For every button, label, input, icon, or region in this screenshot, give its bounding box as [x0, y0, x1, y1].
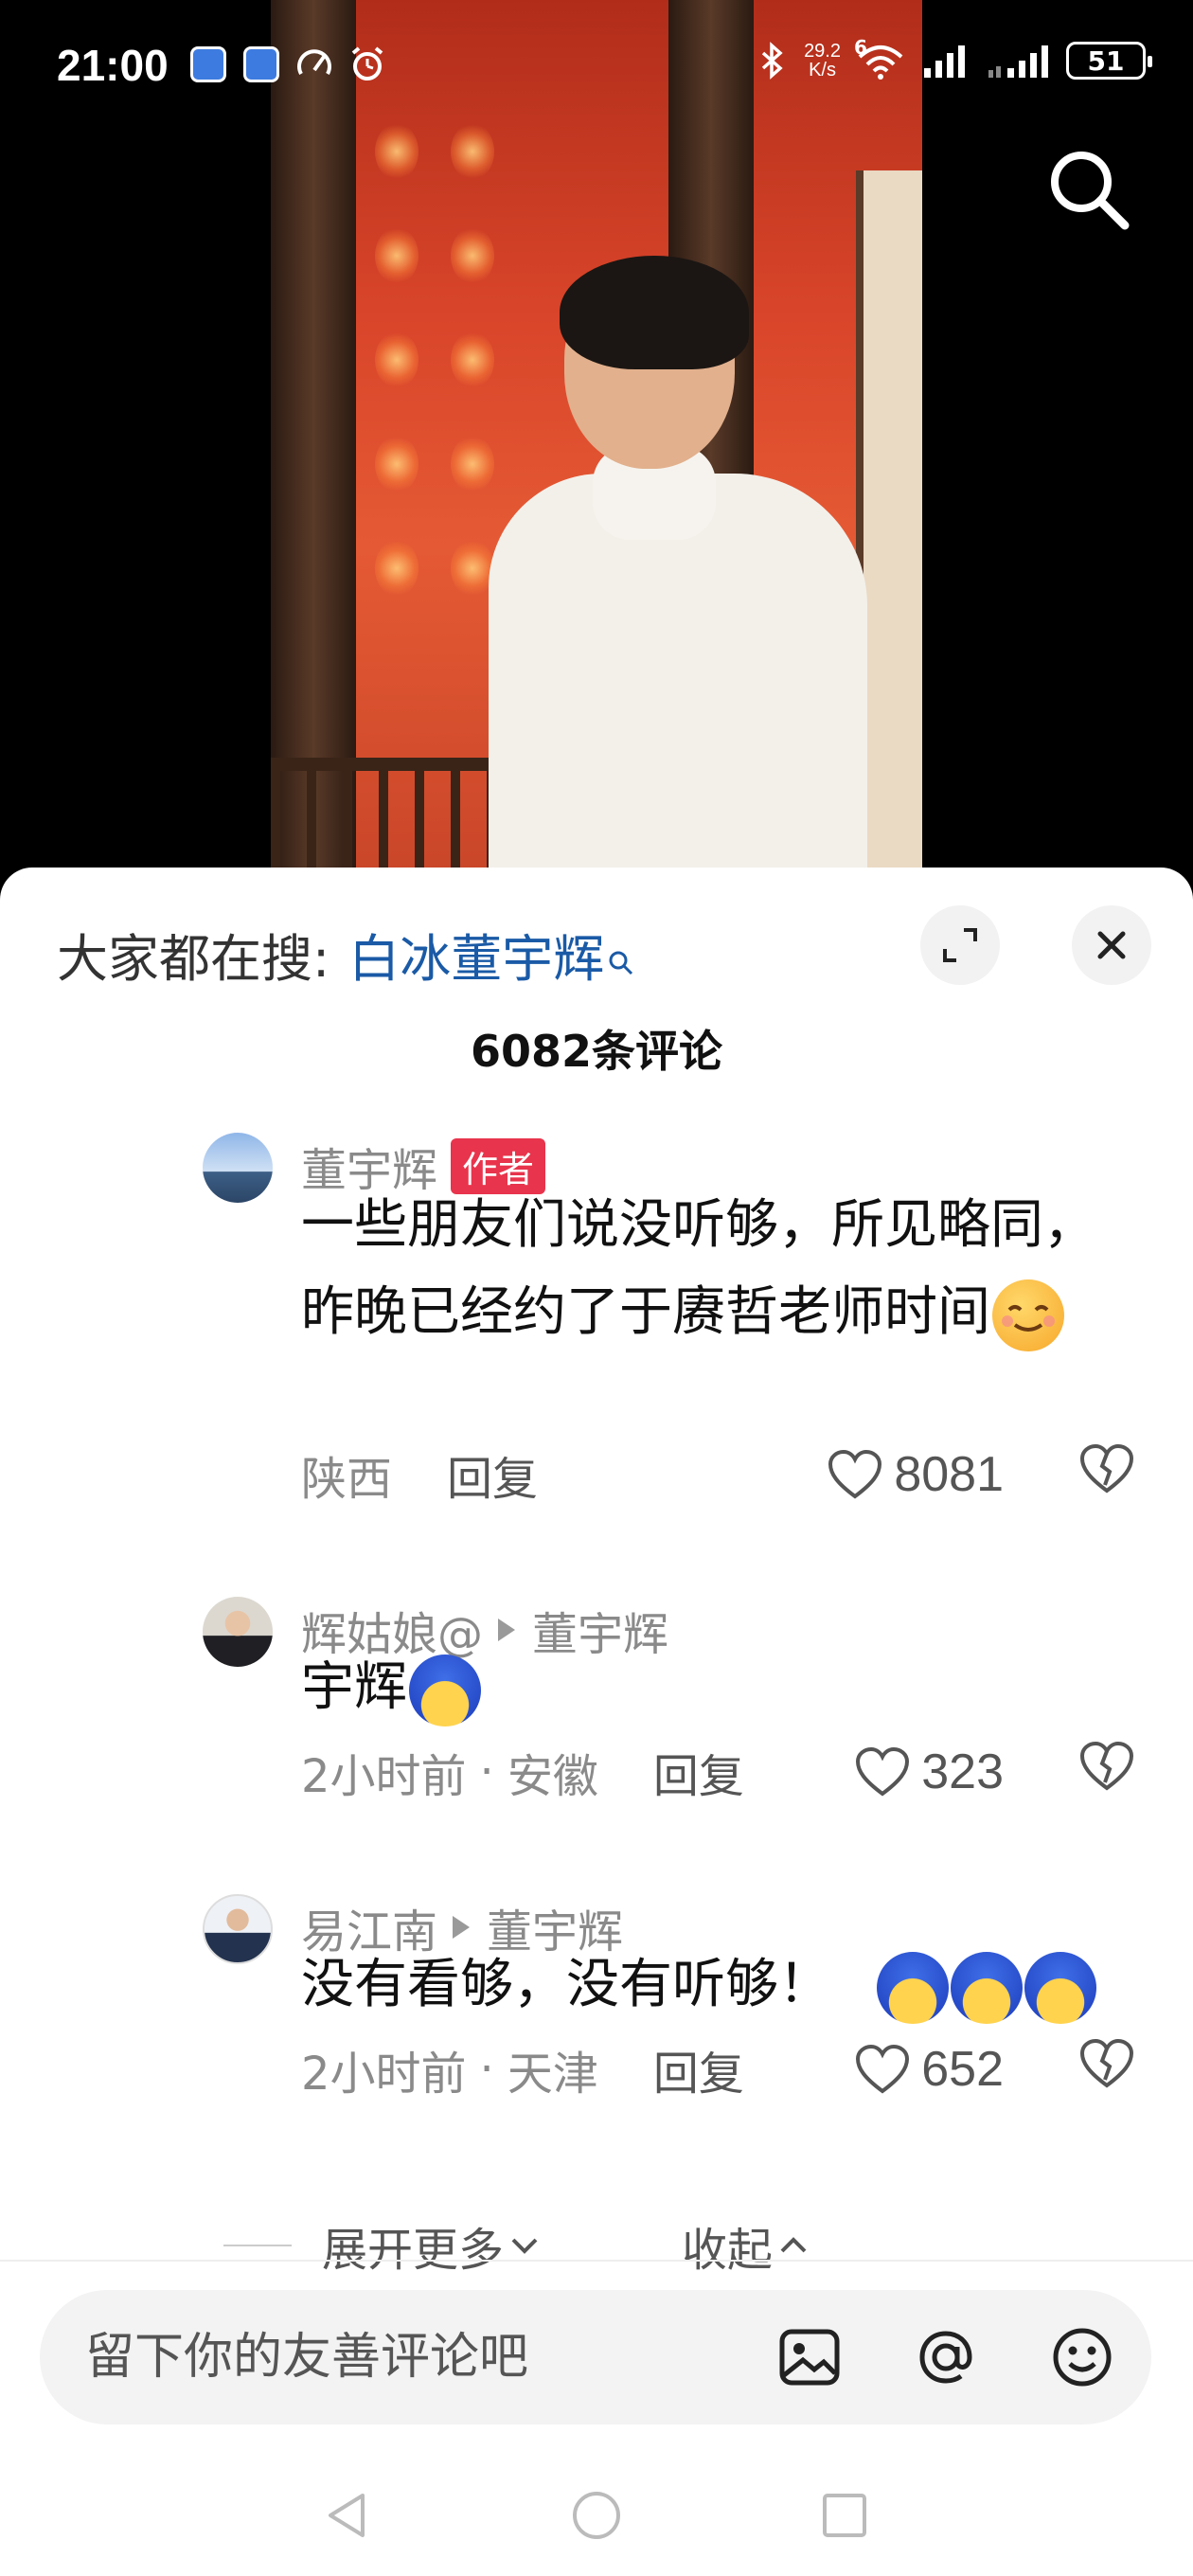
like-button[interactable]: 323	[855, 1744, 1004, 1800]
video-lamp	[451, 227, 494, 284]
fullscreen-icon	[943, 928, 977, 962]
divider	[0, 2260, 1193, 2262]
like-button[interactable]: 652	[855, 2041, 1004, 2098]
speedometer-icon	[295, 45, 333, 83]
comment-time: 2小时前	[301, 2048, 467, 2101]
comment-text: 没有看够，没有听够！	[301, 1941, 1134, 2029]
back-triangle-icon	[329, 2494, 365, 2537]
comment-count: 6082条评论	[470, 1026, 723, 1077]
emoji-button[interactable]	[1049, 2324, 1115, 2390]
meta-separator: ·	[479, 2043, 494, 2096]
avatar[interactable]	[203, 1597, 273, 1667]
network-speed: 29.2 K/s	[804, 41, 841, 80]
like-count: 323	[921, 1744, 1004, 1799]
collapse-button[interactable]: 收起	[682, 2212, 814, 2279]
image-button[interactable]	[776, 2324, 843, 2390]
reply-button[interactable]: 回复	[653, 2036, 744, 2102]
reply-button[interactable]: 回复	[447, 1441, 538, 1508]
reply-to-arrow-icon	[453, 1916, 471, 1939]
heart-icon	[856, 2044, 910, 2094]
bluetooth-icon	[753, 42, 791, 80]
search-button[interactable]	[1042, 142, 1136, 237]
video-lamp	[375, 331, 418, 388]
back-button[interactable]	[318, 2487, 375, 2544]
broken-heart-icon	[1079, 1741, 1134, 1791]
fullscreen-button[interactable]	[920, 905, 1000, 985]
avatar[interactable]	[203, 1894, 273, 1964]
comment-input[interactable]	[85, 2290, 748, 2424]
comment-location: 陕西	[301, 1453, 393, 1506]
like-count: 8081	[894, 1447, 1004, 1502]
search-icon	[1051, 152, 1130, 230]
like-count: 652	[921, 2042, 1004, 2097]
mention-button[interactable]	[913, 2324, 979, 2390]
comment-location: 天津	[507, 2048, 598, 2101]
app-notification-icon	[189, 45, 227, 83]
comment-meta: 陕西 回复 8081	[301, 1441, 1134, 1508]
heart-icon	[856, 1746, 910, 1797]
image-icon	[779, 2329, 840, 2386]
close-icon	[1097, 931, 1126, 959]
status-notification-icons	[189, 45, 386, 83]
blue-hair-emoji-icon	[1024, 1951, 1096, 2024]
blue-hair-emoji-icon	[876, 1951, 949, 2024]
video-player[interactable]	[271, 0, 922, 909]
signal-icon	[987, 42, 1053, 80]
comment-sheet: 大家都在搜: 白冰董宇辉 6082条评论 董宇辉 作者 一些朋友们说没听够，所见…	[0, 868, 1193, 2576]
status-system-icons: 29.2 K/s 6 51	[753, 36, 1152, 80]
home-circle-icon	[573, 2492, 620, 2539]
comment-actions: 323	[855, 1739, 1134, 1805]
comment-actions: 8081	[828, 1441, 1134, 1508]
divider-line	[223, 2245, 292, 2246]
comment-meta: 2小时前 · 安徽 回复 323	[301, 1739, 1134, 1805]
wifi-icon: 6	[854, 36, 907, 80]
video-lamp	[451, 436, 494, 492]
trending-keyword[interactable]: 白冰董宇辉	[348, 917, 604, 992]
battery-indicator: 51	[1066, 42, 1152, 80]
comment-actions: 652	[855, 2036, 1134, 2102]
recents-square-icon	[823, 2494, 866, 2537]
blue-hair-emoji-icon	[950, 1951, 1023, 2024]
video-person-hair	[560, 256, 749, 369]
dislike-button[interactable]	[1079, 2038, 1134, 2101]
comment-time: 2小时前	[301, 1750, 467, 1803]
like-button[interactable]: 8081	[828, 1446, 1004, 1503]
alarm-icon	[348, 45, 386, 83]
smile-emoji-icon	[992, 1279, 1064, 1351]
status-bar: 21:00 29.2 K/s 6 51	[0, 0, 1193, 133]
trending-prefix: 大家都在搜:	[57, 929, 330, 989]
home-button[interactable]	[568, 2487, 625, 2544]
trending-search-icon	[608, 950, 634, 984]
emoji-icon	[1053, 2328, 1112, 2387]
comment-meta: 2小时前 · 天津 回复 652	[301, 2036, 1134, 2102]
at-icon	[919, 2331, 972, 2384]
system-navigation-bar	[0, 2468, 1193, 2572]
reply-button[interactable]: 回复	[653, 1739, 744, 1805]
close-button[interactable]	[1072, 905, 1151, 985]
status-time: 21:00	[57, 41, 169, 90]
broken-heart-icon	[1079, 2038, 1134, 2088]
replies-toggle-row: 展开更多 收起	[0, 2212, 1193, 2279]
dislike-button[interactable]	[1079, 1741, 1134, 1803]
video-lamp	[375, 436, 418, 492]
dislike-button[interactable]	[1079, 1443, 1134, 1506]
meta-separator: ·	[479, 1745, 494, 1798]
comment-text: 一些朋友们说没听够，所见略同，昨晚已经约了于赓哲老师时间	[301, 1182, 1134, 1356]
signal-icon	[920, 42, 973, 80]
blue-hair-emoji-icon	[409, 1654, 481, 1726]
comment-input-bar	[40, 2290, 1151, 2424]
app-notification-icon	[242, 45, 280, 83]
trending-search[interactable]: 大家都在搜: 白冰董宇辉	[57, 917, 634, 992]
heart-icon	[828, 1449, 882, 1499]
video-lamp	[451, 331, 494, 388]
broken-heart-icon	[1079, 1443, 1134, 1494]
comment-text: 宇辉	[301, 1644, 1134, 1731]
video-lamp	[375, 540, 418, 597]
expand-more-button[interactable]: 展开更多	[322, 2212, 545, 2279]
comment-location: 安徽	[507, 1750, 598, 1803]
avatar[interactable]	[203, 1133, 273, 1203]
reply-to-arrow-icon	[498, 1619, 516, 1641]
recents-button[interactable]	[816, 2487, 873, 2544]
video-lamp	[375, 227, 418, 284]
